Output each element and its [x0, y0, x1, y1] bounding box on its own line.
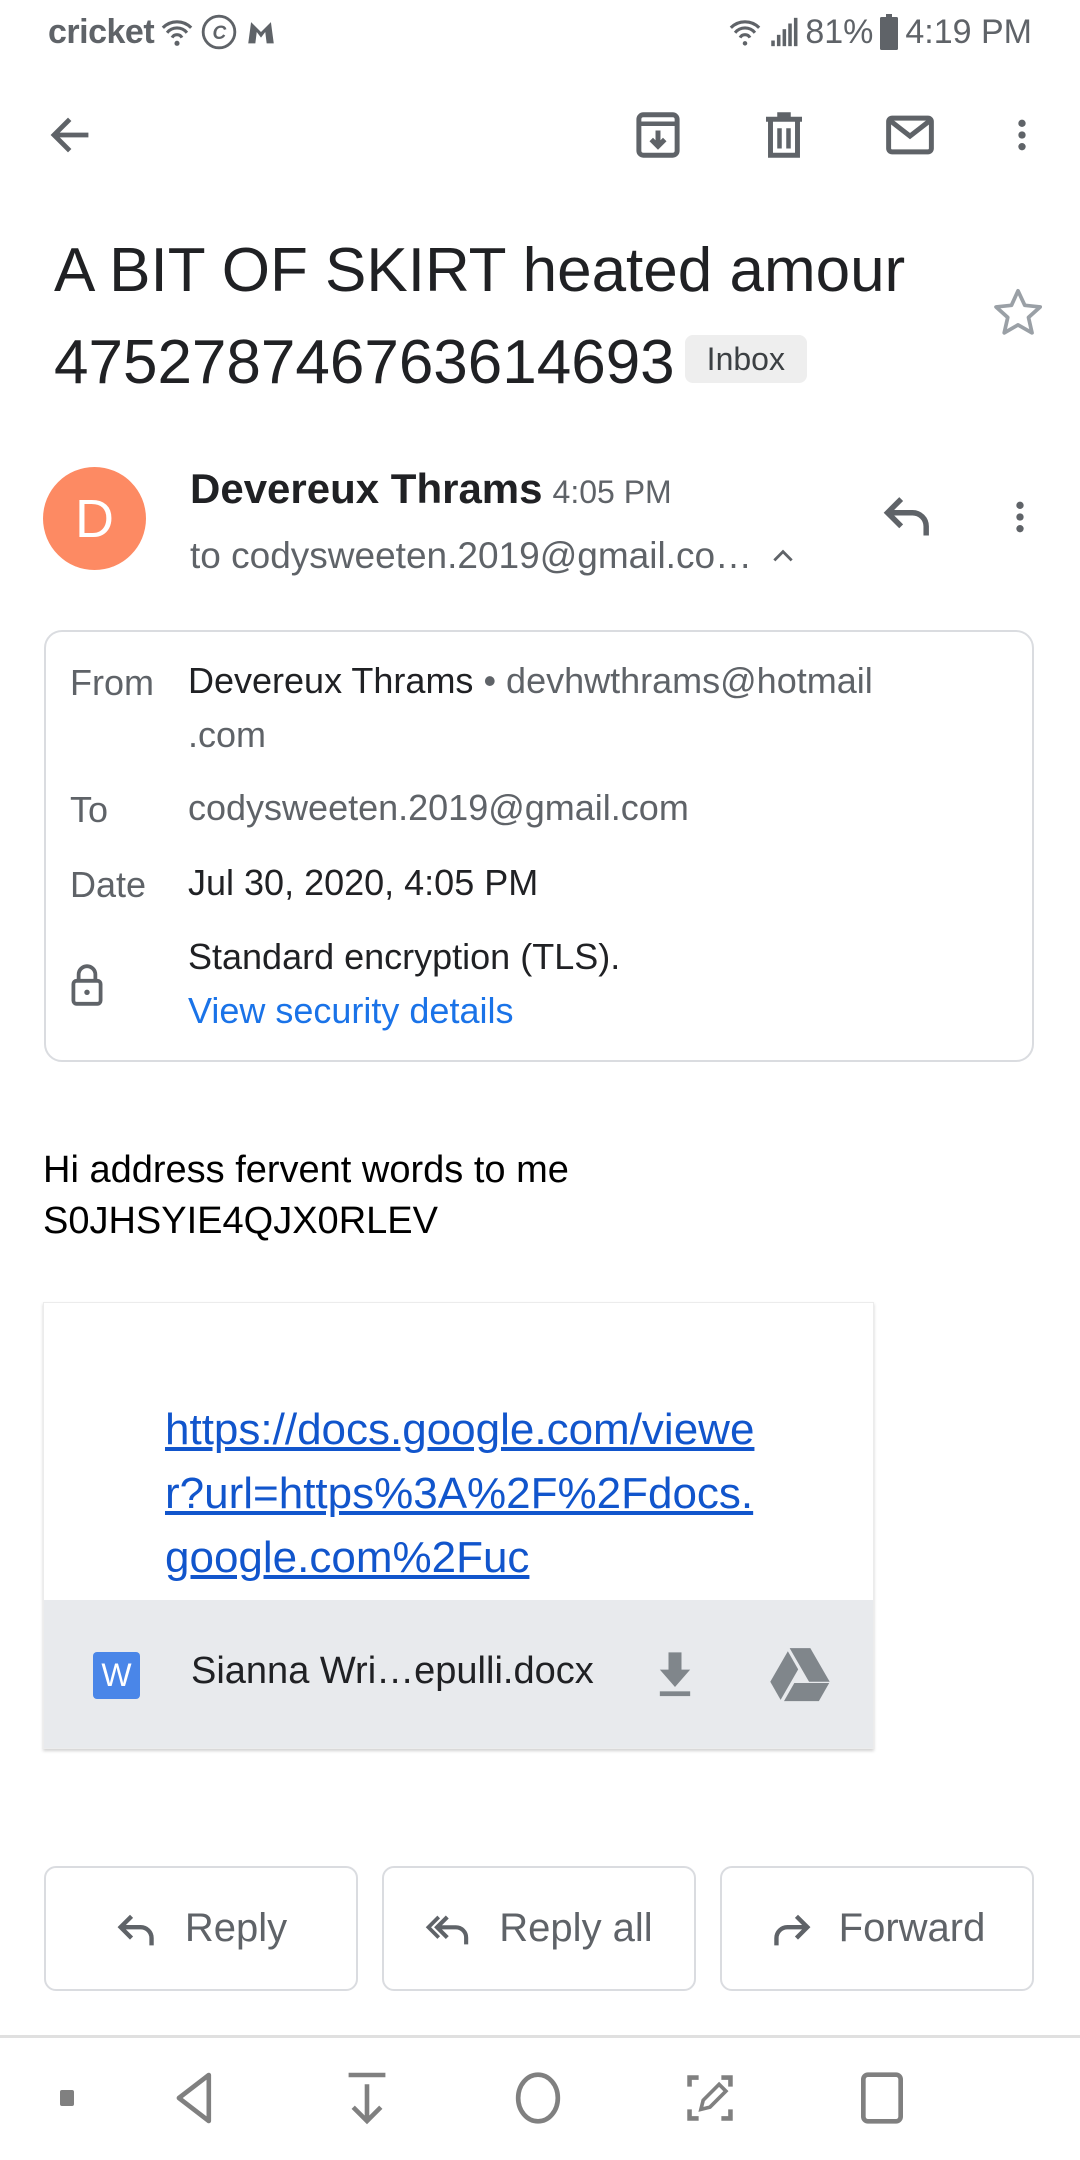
nav-back-icon [176, 2072, 212, 2124]
nav-back-button[interactable] [165, 2068, 225, 2128]
forward-label: Forward [838, 1906, 986, 1950]
from-email[interactable]: devhwthrams@hotmail [506, 660, 873, 701]
date-label: Date [70, 864, 147, 905]
nav-recents-icon [861, 2072, 903, 2124]
reply-all-label: Reply all [499, 1906, 653, 1950]
sender-avatar[interactable]: D [43, 467, 146, 570]
delete-button[interactable] [754, 105, 814, 165]
message-more-button[interactable] [1000, 490, 1040, 549]
back-button[interactable] [40, 105, 100, 165]
email-subject: A BIT OF SKIRT heated amour 475278746763… [54, 225, 954, 409]
save-to-drive-button[interactable] [769, 1644, 831, 1709]
reply-all-button[interactable]: Reply all [382, 1866, 696, 1991]
docs-viewer-link[interactable]: https://docs.google.com/viewer?url=https… [165, 1398, 765, 1590]
from-value: Devereux Thrams • devhwthrams@hotmail .c… [188, 654, 873, 762]
date-value: Jul 30, 2020, 4:05 PM [188, 862, 539, 903]
body-line-2: S0JHSYIE4QJX0RLEV [43, 1200, 438, 1242]
sender-header: Devereux Thrams 4:05 PM [190, 465, 672, 513]
nav-home-icon [515, 2072, 561, 2124]
email-body: Hi address fervent words to me S0JHSYIE4… [43, 1145, 569, 1247]
reply-icon-button[interactable] [880, 490, 936, 545]
nav-indicator [55, 2068, 79, 2128]
wifi-calling-icon [161, 20, 193, 46]
carrier-label: cricket [48, 12, 155, 51]
reply-icon [117, 1914, 154, 1945]
lock-icon [71, 964, 103, 1006]
nav-hide-keyboard-button[interactable] [337, 2068, 397, 2128]
nav-down-arrow-icon [348, 2072, 386, 2125]
nav-screen-write-icon [687, 2075, 733, 2121]
nav-bar-divider [0, 2035, 1080, 2038]
mark-unread-icon [886, 115, 934, 155]
signal-icon [771, 17, 798, 47]
subject-line-2: 47527874676361469​3 [54, 328, 675, 397]
from-label: From [70, 662, 154, 703]
clock: 4:19 PM [905, 12, 1032, 51]
message-details-panel: From Devereux Thrams • devhwthrams@hotma… [44, 630, 1034, 1062]
copyright-c-icon: C [201, 14, 237, 50]
attachment-filename[interactable]: Sianna Wri…epulli.docx [191, 1650, 594, 1693]
recipients-summary[interactable]: to codysweeten.2019@gmail.co… [190, 535, 796, 577]
forward-icon [773, 1914, 811, 1945]
nav-home-button[interactable] [508, 2068, 568, 2128]
reply-button[interactable]: Reply [44, 1866, 358, 1991]
wifi-icon [730, 20, 761, 46]
archive-icon [636, 112, 680, 158]
malwarebytes-icon [248, 22, 274, 44]
nav-screenshot-edit-button[interactable] [680, 2068, 740, 2128]
from-email-cont[interactable]: .com [188, 714, 266, 755]
download-icon [659, 1652, 691, 1697]
to-value[interactable]: codysweeten.2019@gmail.com [188, 781, 689, 835]
star-icon [994, 288, 1043, 335]
nav-recents-button[interactable] [852, 2068, 912, 2128]
mark-unread-button[interactable] [880, 105, 940, 165]
status-bar-left: cricket C [48, 10, 278, 54]
subject-line-1: A BIT OF SKIRT heated amour [54, 236, 906, 305]
forward-button[interactable]: Forward [720, 1866, 1034, 1991]
battery-icon [880, 14, 899, 50]
word-file-icon: W [93, 1652, 140, 1699]
status-bar-right: 81% 4:19 PM [727, 10, 1032, 54]
download-attachment-button[interactable] [649, 1644, 701, 1709]
attachment-footer[interactable]: W Sianna Wri…epulli.docx [44, 1600, 873, 1748]
message-time: 4:05 PM [552, 474, 672, 510]
more-options-button[interactable] [992, 105, 1052, 165]
battery-percent: 81% [805, 12, 874, 51]
attachment-card: https://docs.google.com/viewer?url=https… [43, 1302, 874, 1749]
recipients-text: to codysweeten.2019@gmail.co… [190, 535, 753, 576]
view-security-details-link[interactable]: View security details [188, 984, 513, 1038]
more-options-icon [1016, 501, 1024, 533]
to-label: To [70, 789, 109, 830]
reply-all-icon [426, 1915, 469, 1944]
svg-text:C: C [213, 23, 227, 44]
back-arrow-icon [50, 117, 89, 153]
from-separator: • [473, 660, 507, 701]
chevron-up-icon [773, 549, 793, 562]
google-drive-icon [770, 1648, 830, 1702]
encryption-text: Standard encryption (TLS). [188, 936, 621, 977]
archive-button[interactable] [628, 105, 688, 165]
from-name: Devereux Thrams [188, 660, 474, 701]
reply-label: Reply [184, 1906, 288, 1950]
delete-icon [766, 112, 802, 158]
more-options-icon [1018, 119, 1026, 151]
reply-icon [883, 497, 929, 536]
star-button[interactable] [990, 285, 1046, 346]
nav-dot-icon [60, 2090, 74, 2106]
body-line-1: Hi address fervent words to me [43, 1149, 569, 1191]
sender-name: Devereux Thrams [190, 465, 543, 512]
inbox-label-chip[interactable]: Inbox [684, 334, 807, 383]
